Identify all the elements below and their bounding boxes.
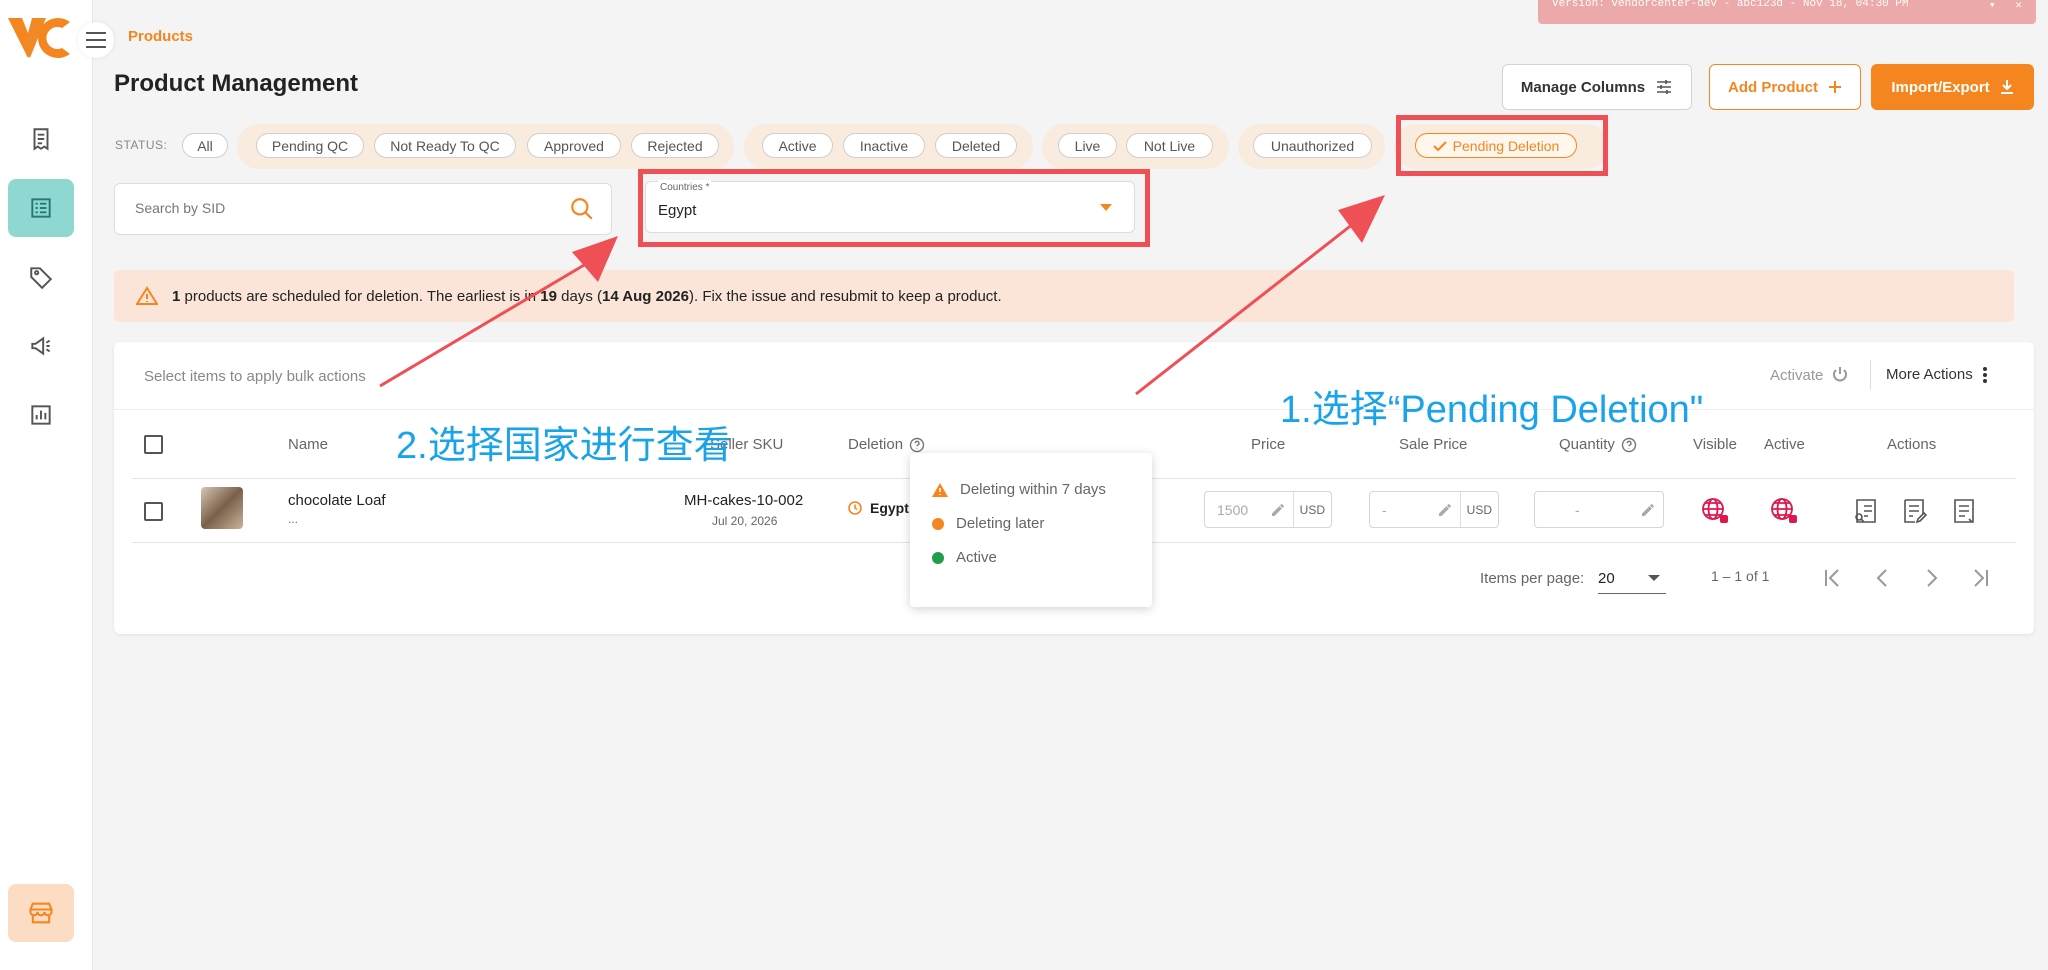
hamburger-icon [86,32,106,48]
menu-button[interactable] [78,22,114,58]
annotation-arrows [379,195,1385,396]
